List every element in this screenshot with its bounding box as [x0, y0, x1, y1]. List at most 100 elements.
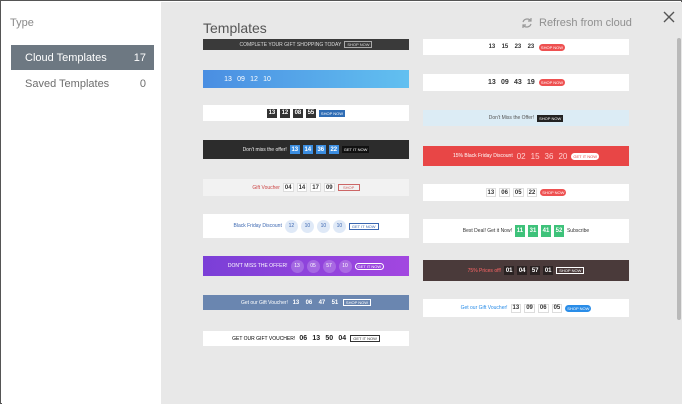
template-button: GET IT NOW	[350, 335, 380, 342]
countdown-digit: 08	[292, 108, 303, 118]
countdown-digit: 15	[501, 44, 509, 50]
refresh-button[interactable]: Refresh from cloud	[521, 17, 632, 29]
countdown-digit: 09	[237, 75, 245, 83]
template-thumbnail[interactable]: 15% Black Friday Discount 02 15 36 20 GE…	[423, 146, 629, 166]
countdown-digit: 12	[250, 75, 258, 83]
countdown-digit: 06	[305, 299, 313, 306]
template-text: COMPLETE YOUR GIFT SHOPPING TODAY	[239, 41, 342, 48]
template-text: GET OUR GIFT VOUCHER!	[232, 335, 296, 342]
countdown-digit: 06	[537, 303, 549, 313]
countdown-digit: 14	[296, 183, 308, 192]
refresh-icon	[522, 18, 532, 28]
template-thumbnail[interactable]: 13 09 12 10	[203, 70, 409, 88]
countdown-digit: 12	[284, 219, 298, 233]
countdown-digit: 01	[504, 266, 515, 275]
template-button: GET IT NOW	[348, 222, 379, 230]
countdown-digit: 10	[316, 219, 330, 233]
countdown-digit: 20	[558, 151, 568, 161]
sidebar-item-count: 17	[133, 52, 146, 64]
template-button: SHOP NOW	[538, 43, 566, 51]
template-text: 15% Black Friday Discount	[452, 153, 513, 159]
countdown-digit: 10	[263, 75, 271, 83]
countdown-digit: 04	[338, 335, 347, 342]
template-button: SHOP NOW	[565, 304, 592, 312]
countdown-digit: 09	[524, 303, 535, 313]
template-thumbnail[interactable]: COMPLETE YOUR GIFT SHOPPING TODAY SHOP N…	[203, 39, 409, 50]
countdown-digit: 04	[517, 266, 528, 275]
scrollbar[interactable]	[677, 38, 681, 320]
countdown-digit: 51	[331, 299, 339, 306]
countdown-digit: 13	[292, 299, 300, 306]
template-thumbnail[interactable]: Gift Voucher 04 14 17 09 SHOP	[203, 179, 409, 196]
countdown-digit: 55	[305, 108, 316, 118]
countdown-digit: 13	[488, 79, 496, 86]
template-button: SHOP NOW	[318, 109, 346, 117]
template-text: Black Friday Discount	[233, 223, 282, 229]
countdown-digit: 02	[516, 151, 526, 161]
countdown-digit: 36	[544, 151, 554, 161]
countdown-digit: 13	[312, 335, 321, 342]
template-thumbnail[interactable]: Get our Gift Voucher! 13 06 47 51 SHOP N…	[203, 295, 409, 310]
template-thumbnail[interactable]: DON'T MISS THE OFFER! 13 05 57 10 GET IT…	[203, 256, 409, 276]
countdown-digit: 23	[527, 44, 535, 50]
countdown-digit: 01	[543, 266, 554, 275]
template-thumbnail[interactable]: Don't miss the offer! 13 14 36 22 GET IT…	[203, 140, 409, 159]
countdown-digit: 10	[332, 219, 346, 233]
countdown-digit: 10	[300, 219, 314, 233]
countdown-digit: 13	[224, 75, 232, 83]
template-thumbnail[interactable]: 13 12 08 55 SHOP NOW	[203, 105, 409, 121]
template-thumbnail[interactable]: 13 09 43 19 SHOP NOW	[423, 74, 629, 91]
countdown-digit: 13	[266, 108, 277, 118]
page-title: Templates	[203, 20, 267, 36]
refresh-label: Refresh from cloud	[539, 17, 632, 29]
countdown-digit: 13	[510, 303, 522, 313]
template-thumbnail[interactable]: 75% Prices off! 01 04 57 01 SHOP NOW	[423, 260, 629, 281]
template-thumbnail[interactable]: GET OUR GIFT VOUCHER! 06 13 50 04 GET IT…	[203, 331, 409, 346]
template-text: Best Deal! Get it Now!	[462, 228, 512, 234]
countdown-digit: 52	[553, 225, 564, 237]
template-text: DON'T MISS THE OFFER!	[227, 263, 288, 269]
template-text: Gift Voucher	[252, 184, 280, 191]
countdown-digit: 36	[315, 145, 326, 154]
template-thumbnail[interactable]: 13 15 23 23 SHOP NOW	[423, 39, 629, 55]
template-text: 75% Prices off!	[467, 267, 502, 274]
template-button: SHOP	[337, 184, 360, 191]
countdown-digit: 13	[290, 259, 304, 273]
countdown-digit: 23	[514, 44, 522, 50]
countdown-digit: 05	[512, 188, 524, 197]
countdown-digit: 05	[551, 303, 563, 313]
sidebar-item-label: Cloud Templates	[25, 51, 107, 64]
countdown-digit: 57	[530, 266, 541, 275]
template-thumbnail[interactable]: 13 06 05 22 SHOP NOW	[423, 184, 629, 201]
template-text: Don't Miss the Offer!	[488, 115, 535, 121]
sidebar: Type Cloud Templates 17 Saved Templates …	[2, 2, 161, 404]
countdown-digit: 15	[530, 151, 540, 161]
template-thumbnail[interactable]: Get our Gift Voucher! 13 09 06 05 SHOP N…	[423, 299, 629, 317]
templates-panel: Templates Refresh from cloud COMPLETE YO…	[161, 2, 682, 404]
countdown-digit: 47	[318, 299, 326, 306]
template-button: SHOP NOW	[344, 41, 373, 48]
sidebar-item-saved-templates[interactable]: Saved Templates 0	[11, 71, 154, 96]
template-button: SHOP NOW	[540, 189, 567, 196]
template-thumbnail[interactable]: Black Friday Discount 12 10 10 10 GET IT…	[203, 214, 409, 238]
templates-modal: Type Cloud Templates 17 Saved Templates …	[0, 0, 682, 404]
template-text: Get our Gift Voucher!	[460, 305, 508, 311]
close-button[interactable]	[661, 9, 677, 25]
sidebar-item-count: 0	[139, 78, 146, 90]
template-button: GET IT NOW	[354, 262, 385, 270]
countdown-digit: 13	[485, 188, 497, 197]
template-text: Don't miss the offer!	[242, 146, 287, 153]
sidebar-item-cloud-templates[interactable]: Cloud Templates 17	[11, 45, 154, 70]
sidebar-heading: Type	[10, 17, 34, 29]
countdown-digit: 06	[499, 188, 510, 197]
countdown-digit: 10	[338, 259, 352, 273]
countdown-digit: 50	[325, 335, 334, 342]
sidebar-item-label: Saved Templates	[25, 77, 110, 90]
countdown-digit: 05	[306, 259, 320, 273]
template-thumbnail[interactable]: Best Deal! Get it Now! 11 31 41 52 Subsc…	[423, 219, 629, 243]
template-thumbnail[interactable]: Don't Miss the Offer! SHOP NOW	[423, 110, 629, 126]
countdown-digit: 22	[328, 145, 339, 154]
countdown-digit: 13	[488, 44, 496, 50]
template-button: SHOP NOW	[537, 114, 564, 122]
countdown-digit: 04	[282, 183, 294, 192]
